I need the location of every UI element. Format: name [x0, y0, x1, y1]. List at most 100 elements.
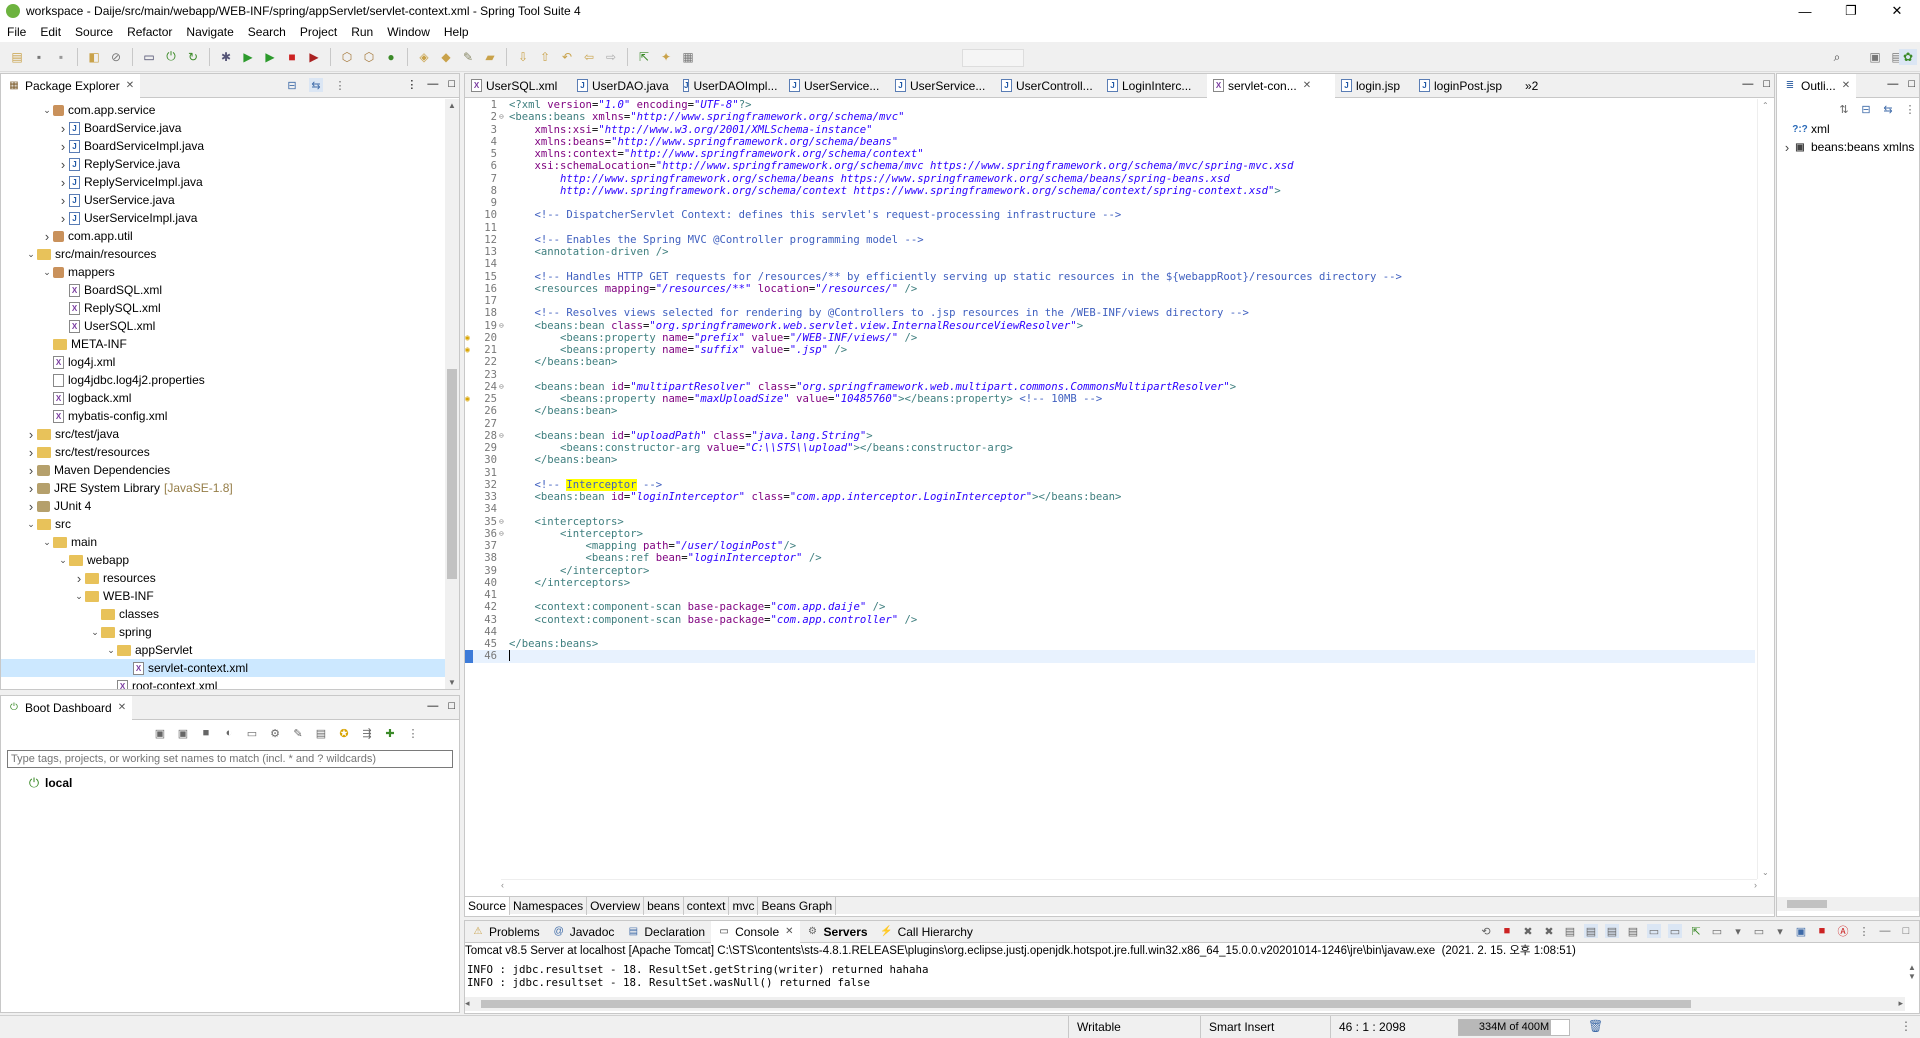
outline-item[interactable]: ?:? xml	[1777, 120, 1919, 138]
activate-icon[interactable]: Ⓐ	[1836, 924, 1850, 938]
debug-icon[interactable]: ✱	[218, 49, 234, 65]
tree-item[interactable]: › resources	[1, 569, 445, 587]
editor-tab[interactable]: Xservlet-con... ✕	[1207, 73, 1335, 98]
code-line[interactable]: 1 <?xml version="1.0" encoding="UTF-8"?>	[465, 99, 1755, 111]
bottom-tab[interactable]: ▤ Declaration	[620, 921, 711, 943]
show-stderr-icon[interactable]: ▤	[1626, 924, 1640, 938]
editor-horizontal-scrollbar[interactable]: ‹ ›	[501, 879, 1757, 891]
code-line[interactable]: 18 <!-- Resolves views selected for rend…	[465, 307, 1755, 319]
code-line[interactable]: 37 <mapping path="/user/loginPost"/>	[465, 540, 1755, 552]
pin-icon[interactable]: ▣	[1794, 924, 1808, 938]
external-tools-icon[interactable]: ▶	[306, 49, 322, 65]
chevron-right-icon[interactable]: ›	[25, 499, 37, 514]
code-line[interactable]: 40 </interceptors>	[465, 577, 1755, 589]
view-menu-icon[interactable]: ⋮	[406, 78, 417, 91]
new-icon[interactable]: ▤	[9, 49, 25, 65]
code-line[interactable]: ◉ 20 <beans:property name="prefix" value=…	[465, 332, 1755, 344]
tab-outline[interactable]: ≣ Outli... ✕	[1777, 73, 1857, 98]
toolbar-combo[interactable]	[962, 49, 1024, 67]
chevron-right-icon[interactable]: ›	[57, 175, 69, 190]
new-console-icon[interactable]: ▭	[1710, 924, 1724, 938]
code-line[interactable]: 6 xsi:schemaLocation="http://www.springf…	[465, 160, 1755, 172]
editor-tab[interactable]: J UserService...	[889, 74, 995, 98]
editor-page-tab[interactable]: Source	[465, 896, 511, 915]
maximize-view-icon[interactable]: □	[448, 700, 455, 712]
tree-item[interactable]: › J UserService.java	[1, 191, 445, 209]
clear-console-icon[interactable]: ⟲	[1479, 924, 1493, 938]
editor-tab[interactable]: J UserDAOImpl...	[677, 74, 783, 98]
tree-item[interactable]: X UserSQL.xml	[1, 317, 445, 335]
open-folder-icon[interactable]: ▰	[482, 49, 498, 65]
scroll-up-icon[interactable]: ⌃	[1762, 101, 1769, 110]
code-line[interactable]: 13 <annotation-driven />	[465, 246, 1755, 258]
menu-run[interactable]: Run	[344, 25, 380, 39]
code-line[interactable]: 8 http://www.springframework.org/schema/…	[465, 185, 1755, 197]
open-perspective-icon[interactable]: ▣	[1867, 49, 1883, 65]
console-horizontal-scrollbar[interactable]: ◂ ▸	[465, 997, 1905, 1011]
bottom-tab[interactable]: ⚡ Call Hierarchy	[874, 921, 979, 943]
scroll-up-icon[interactable]: ▲	[1905, 963, 1919, 972]
terminal-icon[interactable]: ▭	[141, 49, 157, 65]
open-console-menu-icon[interactable]: ▭	[1752, 924, 1766, 938]
tree-item[interactable]: › Maven Dependencies	[1, 461, 445, 479]
chevron-down-icon[interactable]: ⌄	[57, 555, 69, 566]
previous-annotation-icon[interactable]: ⇧	[537, 49, 553, 65]
editor-tab-overflow[interactable]: »2	[1519, 74, 1544, 98]
chevron-down-icon[interactable]: ⌄	[105, 645, 117, 656]
outline-horizontal-scrollbar[interactable]	[1777, 897, 1919, 911]
maximize-view-icon[interactable]: □	[1908, 78, 1915, 90]
console-vertical-scrollbar[interactable]: ▲ ▼	[1905, 963, 1919, 995]
code-line[interactable]: 23	[465, 369, 1755, 381]
code-line[interactable]: 42 <context:component-scan base-package=…	[465, 601, 1755, 613]
next-annotation-icon[interactable]: ⇩	[515, 49, 531, 65]
minimize-view-icon[interactable]: —	[427, 78, 438, 91]
maximize-view-icon[interactable]: □	[1899, 924, 1913, 938]
menu-search[interactable]: Search	[241, 25, 293, 39]
minimize-view-icon[interactable]: —	[1887, 78, 1898, 90]
code-line[interactable]: 36 ⊖ <interceptor>	[465, 528, 1755, 540]
bottom-tab[interactable]: ⚠ Problems	[465, 921, 546, 943]
outline-scroll-thumb[interactable]	[1787, 900, 1827, 908]
fold-toggle-icon[interactable]: ⊖	[499, 516, 509, 528]
fold-toggle-icon[interactable]: ⊖	[499, 111, 509, 123]
pause-icon[interactable]: ◐	[222, 726, 236, 740]
skip-breakpoints-icon[interactable]: ⊘	[108, 49, 124, 65]
code-line[interactable]: 41	[465, 589, 1755, 601]
bottom-tab[interactable]: @ Javadoc	[546, 921, 621, 943]
lightbulb-icon[interactable]: ✪	[337, 726, 351, 740]
chevron-right-icon[interactable]: ›	[73, 571, 85, 586]
filter-icon[interactable]: ⋮	[333, 78, 347, 92]
coverage-icon[interactable]: ▶	[262, 49, 278, 65]
close-icon[interactable]: ✕	[1303, 80, 1311, 91]
bottom-tab[interactable]: ▭ Console ✕	[711, 920, 800, 943]
display-selected-console-icon[interactable]: ▭	[1668, 924, 1682, 938]
scroll-right-icon[interactable]: ▸	[1898, 998, 1903, 1009]
warning-marker-icon[interactable]: ◉	[465, 332, 473, 344]
fold-toggle-icon[interactable]: ⊖	[499, 381, 509, 393]
tree-item[interactable]: Xmybatis-config.xml	[1, 407, 445, 425]
chevron-right-icon[interactable]: ›	[41, 229, 53, 244]
tree-item[interactable]: Xlogback.xml	[1, 389, 445, 407]
collapse-all-icon[interactable]: ⊟	[285, 78, 299, 92]
code-line[interactable]: 16 <resources mapping="/resources/**" lo…	[465, 283, 1755, 295]
garbage-collect-icon[interactable]: 🗑	[1588, 1019, 1603, 1033]
tree-item[interactable]: ⌄ webapp	[1, 551, 445, 569]
tree-item[interactable]: ⌄ src	[1, 515, 445, 533]
code-line[interactable]: 12 <!-- Enables the Spring MVC @Controll…	[465, 234, 1755, 246]
editor-tab[interactable]: Jlogin.jsp	[1335, 74, 1413, 98]
open-type-icon[interactable]: ◈	[416, 49, 432, 65]
menu-navigate[interactable]: Navigate	[179, 25, 240, 39]
status-menu-icon[interactable]: ⋮	[1900, 1019, 1912, 1033]
pin-console-icon[interactable]: ▭	[1647, 924, 1661, 938]
code-line[interactable]: 34	[465, 503, 1755, 515]
tree-item[interactable]: ⌄ mappers	[1, 263, 445, 281]
scroll-down-icon[interactable]: ⌄	[1762, 868, 1769, 877]
tree-item[interactable]: log4jdbc.log4j2.properties	[1, 371, 445, 389]
tree-item[interactable]: META-INF	[1, 335, 445, 353]
tree-item[interactable]: › J BoardService.java	[1, 119, 445, 137]
properties-icon[interactable]: ▤	[314, 726, 328, 740]
back-icon[interactable]: ⇦	[581, 49, 597, 65]
chevron-right-icon[interactable]: ›	[25, 445, 37, 460]
deploy-icon[interactable]: ⇶	[360, 726, 374, 740]
view-menu-icon[interactable]: ⋮	[1903, 102, 1917, 116]
